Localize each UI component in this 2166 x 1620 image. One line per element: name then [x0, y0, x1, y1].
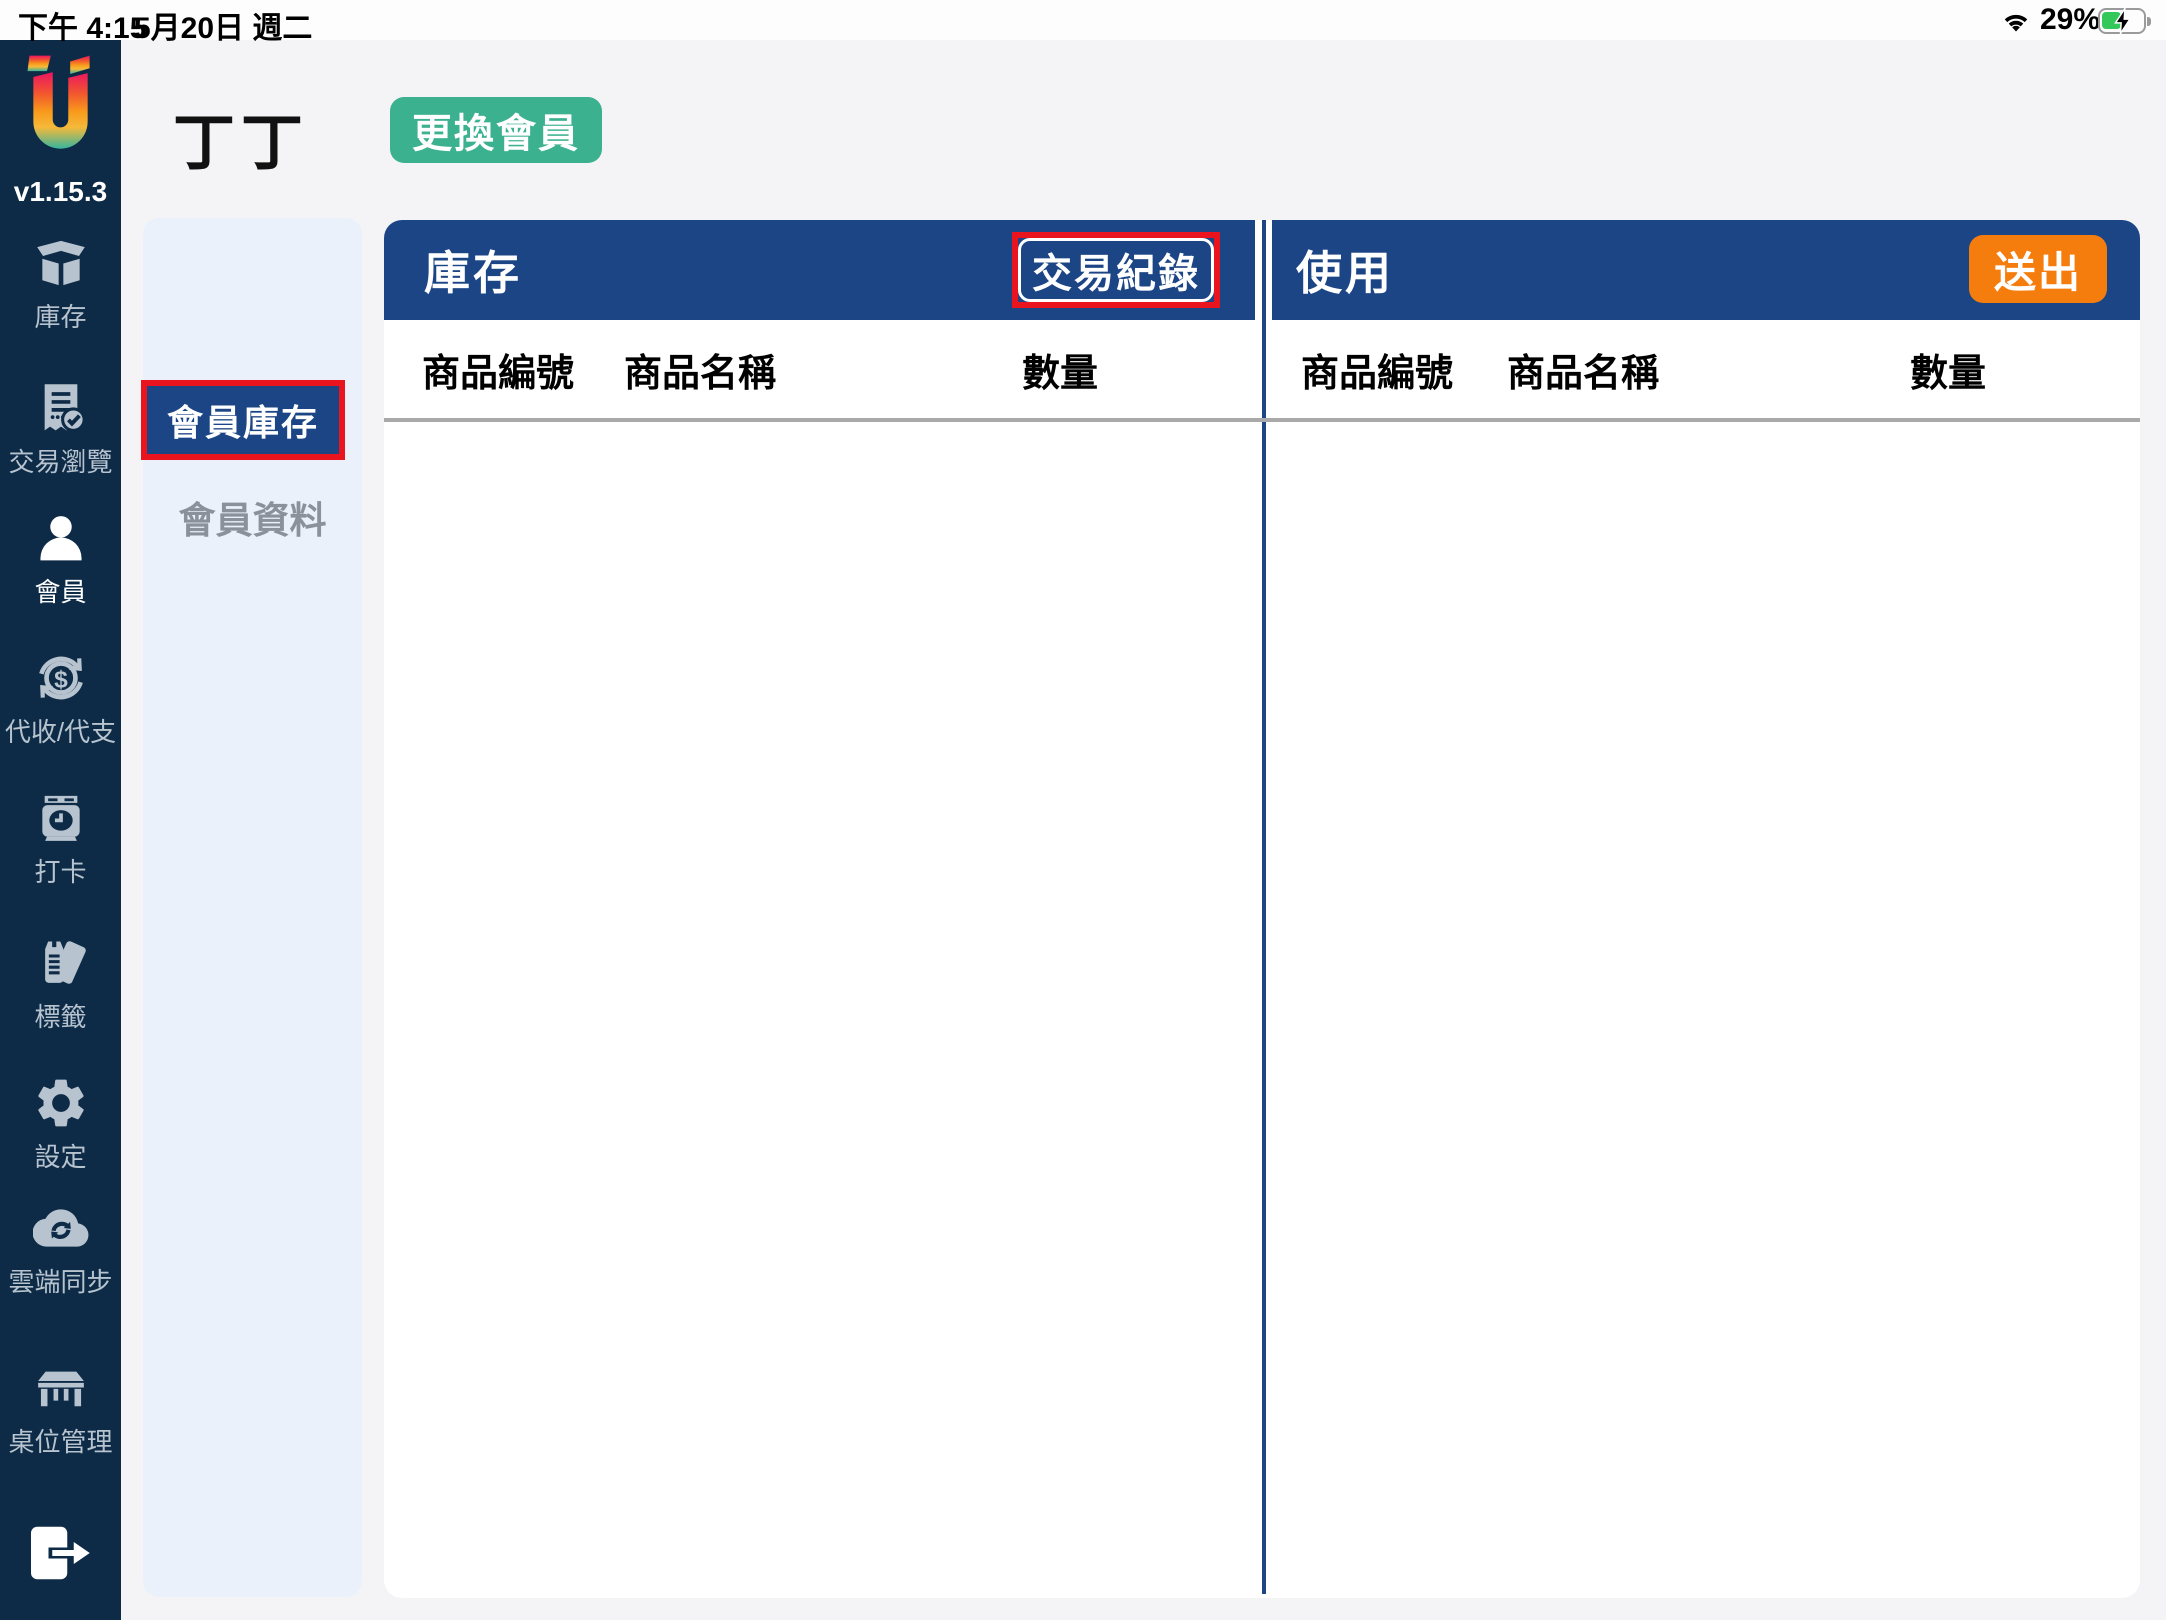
annotation-highlight: 交易紀錄 — [1012, 232, 1220, 308]
app-root: 下午 4:15 5月20日 週二 29% v1.15.3 庫存 交易瀏覽 會員 … — [0, 0, 2166, 1620]
sidebar-item-label: 打卡 — [34, 857, 87, 887]
change-member-button[interactable]: 更換會員 — [390, 97, 602, 163]
sidebar-item-label: 代收/代支 — [4, 717, 117, 747]
sidebar-item-label: 庫存 — [34, 302, 87, 332]
sidebar-item-label: 桌位管理 — [8, 1427, 113, 1457]
sidebar-item-label: 會員 — [34, 577, 87, 607]
battery-charging-icon — [2098, 6, 2151, 36]
usage-panel-title: 使用 — [1296, 247, 1394, 299]
sidebar-item-members[interactable]: 會員 — [0, 510, 121, 609]
sidebar-item-labels[interactable]: 標籤 — [0, 935, 121, 1034]
sidebar-item-label: 設定 — [34, 1142, 87, 1172]
member-name-title: 丁丁 — [173, 109, 310, 178]
u-gradient-logo — [27, 55, 90, 149]
receipt-check-icon — [44, 384, 86, 432]
inventory-column-quantity: 數量 — [1022, 352, 1099, 395]
status-date: 5月20日 週二 — [134, 12, 313, 45]
usage-column-quantity: 數量 — [1910, 352, 1987, 395]
inventory-column-product-id: 商品編號 — [422, 352, 575, 395]
app-version: v1.15.3 — [13, 176, 108, 207]
battery-percent: 29% — [2040, 3, 2101, 36]
usage-table-body — [1266, 422, 2140, 1598]
sidebar-item-inventory[interactable]: 庫存 — [0, 235, 121, 334]
submit-button[interactable]: 送出 — [1969, 235, 2107, 303]
table-icon — [37, 1371, 84, 1407]
gear-icon — [37, 1079, 84, 1127]
usage-column-product-name: 商品名稱 — [1507, 352, 1660, 395]
transaction-records-button[interactable]: 交易紀錄 — [1018, 238, 1214, 302]
status-bar: 下午 4:15 5月20日 週二 29% — [0, 0, 2166, 45]
logout-door-icon[interactable] — [26, 1520, 96, 1586]
sidebar-item-punch-clock[interactable]: 打卡 — [0, 790, 121, 889]
punch-clock-icon — [41, 795, 80, 841]
main-panel: 庫存 使用 交易紀錄 送出 商品編號 商品名稱 數量 商品編號 商品名稱 數量 — [384, 220, 2140, 1598]
member-menu-panel: 會員資料 會員庫存 — [141, 218, 362, 1597]
member-person-icon — [39, 516, 82, 561]
sidebar-item-table-management[interactable]: 桌位管理 — [0, 1360, 121, 1459]
inventory-column-product-name: 商品名稱 — [624, 352, 777, 395]
money-sync-icon: $ — [38, 656, 83, 700]
status-time: 下午 4:15 — [18, 12, 147, 45]
sidebar-item-label: 標籤 — [34, 1002, 87, 1032]
sidebar-item-label: 雲端同步 — [8, 1267, 113, 1297]
inventory-panel-title: 庫存 — [424, 247, 522, 299]
usage-column-product-id: 商品編號 — [1301, 352, 1454, 395]
wifi-icon — [2004, 14, 2028, 32]
sidebar-nav: v1.15.3 庫存 交易瀏覽 會員 $ 代收/代支 打卡 標籤 設定 雲端同步… — [0, 40, 121, 1620]
sidebar-item-collect-pay[interactable]: $ 代收/代支 — [0, 650, 121, 749]
sidebar-item-transactions[interactable]: 交易瀏覽 — [0, 380, 121, 479]
menu-item-member-inventory[interactable]: 會員庫存 — [147, 386, 339, 454]
menu-item-member-profile[interactable]: 會員資料 — [143, 490, 362, 544]
inventory-table-body — [384, 422, 1262, 1598]
sidebar-item-label: 交易瀏覽 — [8, 447, 113, 477]
inventory-box-icon — [36, 240, 85, 286]
cloud-sync-icon — [32, 1209, 88, 1247]
svg-text:$: $ — [54, 666, 68, 693]
tags-icon — [44, 941, 86, 984]
annotation-highlight: 會員庫存 — [141, 380, 345, 460]
sidebar-item-settings[interactable]: 設定 — [0, 1075, 121, 1174]
sidebar-item-cloud-sync[interactable]: 雲端同步 — [0, 1200, 121, 1299]
